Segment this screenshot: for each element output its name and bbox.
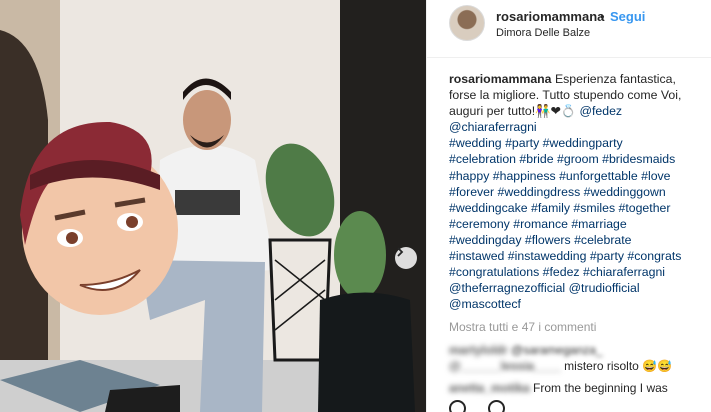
photo-illustration — [0, 0, 426, 412]
caption-text-2: forse la migliore. Tutto stupendo come V… — [449, 88, 682, 103]
comment-item: @______lessia____ mistero risolto 😅😅 — [449, 358, 672, 374]
post-header: rosariomammana • Segui Dimora Delle Balz… — [427, 0, 711, 58]
caption-emoji: 👫❤💍 — [535, 104, 577, 119]
hashtag-line[interactable]: #happy #happiness #unforgettable #love — [449, 168, 707, 184]
caption-username[interactable]: rosariomammana — [449, 72, 552, 86]
hashtag-line[interactable]: #congratulations #fedez #chiaraferragni — [449, 264, 707, 280]
comment-username[interactable]: @______lessia____ — [449, 359, 561, 373]
hashtag-line[interactable]: #wedding #party #weddingparty — [449, 135, 707, 151]
comment-text: @sarameganza_ — [511, 343, 603, 357]
next-image-button[interactable] — [395, 247, 417, 269]
post-caption: rosariomammana Esperienza fantastica, fo… — [449, 71, 707, 312]
comment-text: From the beginning I was — [533, 381, 668, 395]
caption-text-3: auguri per tutto! — [449, 104, 536, 119]
comment-username[interactable]: anetta_motika — [449, 381, 530, 395]
action-bar — [449, 400, 549, 412]
separator-dot: • — [600, 9, 605, 24]
caption-text-1: Esperienza fantastica, — [554, 72, 676, 86]
post-details-panel: rosariomammana • Segui Dimora Delle Balz… — [426, 0, 711, 412]
hashtag-line[interactable]: #celebration #bride #groom #bridesmaids — [449, 151, 707, 167]
mention-fedez[interactable]: @fedez — [580, 104, 623, 118]
chevron-right-icon — [397, 247, 404, 257]
mention-chiaraferragni[interactable]: @chiaraferragni — [449, 119, 707, 135]
mention-mascottecf[interactable]: @mascottecf — [449, 296, 707, 312]
hashtag-line[interactable]: #ceremony #romance #marriage — [449, 216, 707, 232]
comment-text: mistero risolto 😅😅 — [564, 359, 673, 373]
follow-button[interactable]: Segui — [610, 9, 645, 24]
hashtag-line[interactable]: #weddingday #flowers #celebrate — [449, 232, 707, 248]
username-link[interactable]: rosariomammana — [496, 9, 604, 24]
comment-username[interactable]: martyloldr — [449, 343, 508, 357]
mention-line[interactable]: @theferragnezofficial @trudiofficial — [449, 280, 707, 296]
hashtag-line[interactable]: #forever #weddingdress #weddinggown — [449, 184, 707, 200]
hashtag-line[interactable]: #weddingcake #family #smiles #together — [449, 200, 707, 216]
comment-icon[interactable] — [488, 400, 506, 412]
show-all-comments-link[interactable]: Mostra tutti e 47 i commenti — [449, 320, 596, 334]
like-icon[interactable] — [449, 400, 466, 412]
comment-item: martyloldr @sarameganza_ — [449, 342, 603, 358]
post-photo — [0, 0, 426, 412]
comment-item: anetta_motika From the beginning I was — [449, 380, 668, 396]
profile-avatar[interactable] — [449, 5, 485, 41]
location-link[interactable]: Dimora Delle Balze — [496, 27, 590, 39]
hashtag-line[interactable]: #instawed #instawedding #party #congrats — [449, 248, 707, 264]
